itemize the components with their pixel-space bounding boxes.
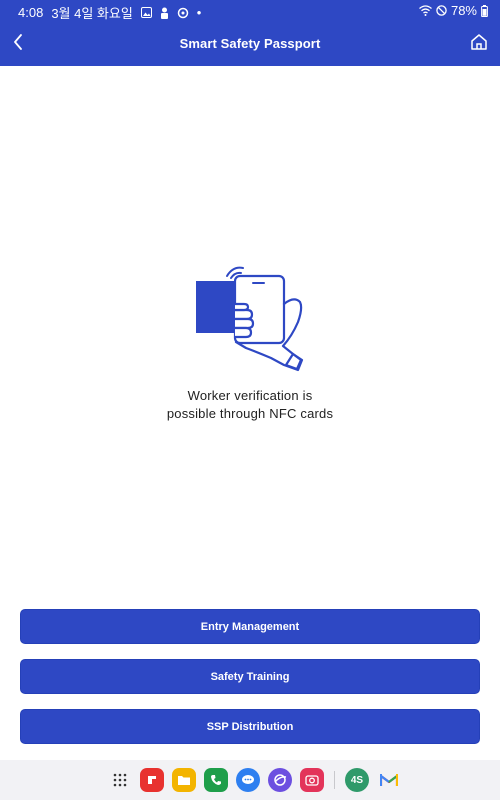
sync-icon — [177, 7, 189, 19]
do-not-disturb-icon — [436, 5, 447, 16]
internet-icon[interactable] — [268, 768, 292, 792]
4s-app-icon[interactable]: 4S — [345, 768, 369, 792]
camera-icon[interactable] — [300, 768, 324, 792]
battery-icon — [481, 4, 488, 17]
page-title: Smart Safety Passport — [179, 36, 321, 51]
wifi-icon — [419, 5, 432, 16]
message-line-2: possible through NFC cards — [166, 406, 334, 421]
status-time: 4:08 — [18, 5, 44, 20]
entry-management-button[interactable]: Entry Management — [20, 609, 480, 644]
home-icon — [470, 33, 488, 56]
gallery-icon — [140, 7, 152, 18]
messages-icon[interactable] — [236, 768, 260, 792]
nfc-card-tap-icon — [190, 262, 310, 377]
phone-icon[interactable] — [204, 768, 228, 792]
flipboard-icon[interactable] — [140, 768, 164, 792]
header: 4:08 3월 4일 화요일 • 78% Smart Safety Passpo… — [0, 0, 500, 66]
app-dock: 4S — [108, 768, 401, 792]
taskbar: 4S — [0, 760, 500, 800]
battery-percent: 78% — [450, 3, 477, 18]
home-button[interactable] — [468, 32, 490, 56]
message-line-1: Worker verification is — [187, 388, 313, 403]
person-icon — [160, 7, 169, 19]
safety-training-button[interactable]: Safety Training — [20, 659, 480, 694]
status-date: 3월 4일 화요일 — [51, 6, 133, 21]
apps-grid-icon[interactable] — [108, 768, 132, 792]
files-icon[interactable] — [172, 768, 196, 792]
dock-divider — [334, 771, 335, 789]
4s-app-label: 4S — [350, 774, 364, 786]
app-bar: Smart Safety Passport — [0, 22, 500, 66]
notification-dot-icon: • — [196, 5, 202, 20]
ssp-distribution-button[interactable]: SSP Distribution — [20, 709, 480, 744]
status-bar: 4:08 3월 4일 화요일 • 78% — [0, 0, 500, 22]
gmail-icon[interactable] — [377, 768, 401, 792]
